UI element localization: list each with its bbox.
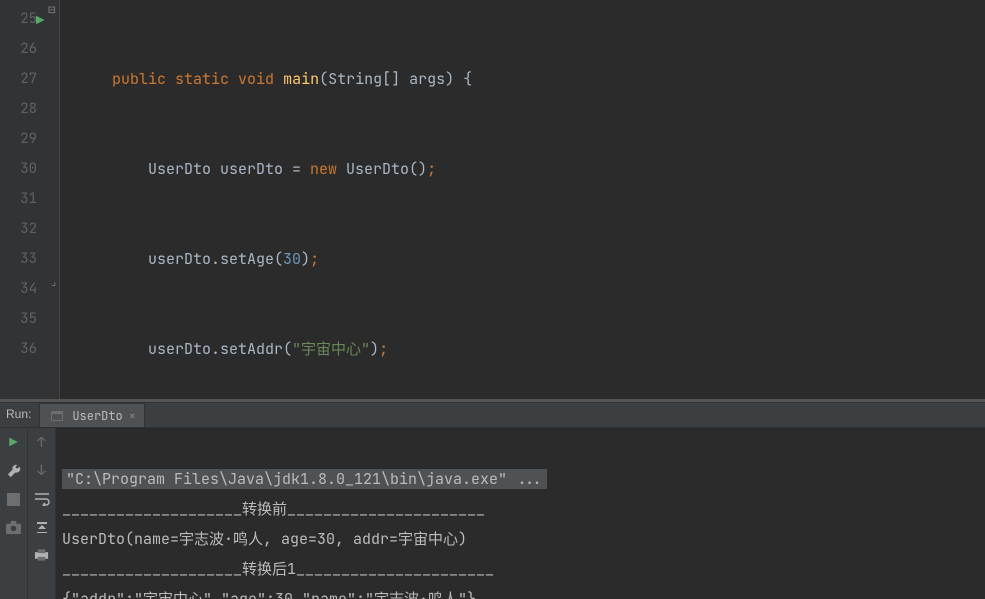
- run-tab[interactable]: UserDto ×: [39, 403, 145, 427]
- stop-icon[interactable]: [5, 490, 23, 508]
- panel-label: Run:: [6, 407, 31, 421]
- editor-area: 25▶ 26 27 28 29 30 31 32 33 34 35 36 ⊟ ⌟…: [0, 0, 985, 399]
- softwrap-icon[interactable]: [33, 490, 51, 508]
- fold-icon[interactable]: ⊟: [48, 3, 56, 16]
- gutter: 25▶ 26 27 28 29 30 31 32 33 34 35 36 ⊟ ⌟: [0, 0, 60, 399]
- panel-header: Run: UserDto ×: [0, 403, 985, 428]
- run-panel: Run: UserDto × ▶ ↑ ↓ "C:\Program Files\J…: [0, 402, 985, 599]
- toolbar-primary: ▶: [0, 428, 28, 599]
- tab-label: UserDto: [72, 408, 122, 424]
- close-icon[interactable]: ×: [129, 408, 136, 424]
- code-editor[interactable]: public static void main(String[] args) {…: [60, 0, 985, 399]
- console-output[interactable]: "C:\Program Files\Java\jdk1.8.0_121\bin\…: [56, 428, 985, 599]
- fold-end-icon[interactable]: ⌟: [51, 275, 56, 288]
- print-icon[interactable]: [33, 546, 51, 564]
- wrench-icon[interactable]: [5, 462, 23, 480]
- toolbar-secondary: ↑ ↓: [28, 428, 56, 599]
- class-icon: [48, 407, 66, 425]
- camera-icon[interactable]: [5, 518, 23, 536]
- console-line: ____________________转换后1________________…: [62, 559, 494, 579]
- run-icon[interactable]: ▶: [5, 434, 23, 452]
- scroll-end-icon[interactable]: [33, 518, 51, 536]
- up-icon[interactable]: ↑: [33, 434, 51, 452]
- down-icon[interactable]: ↓: [33, 462, 51, 480]
- console-line: UserDto(name=宇志波·鸣人, age=30, addr=宇宙中心): [62, 529, 467, 549]
- command-line: "C:\Program Files\Java\jdk1.8.0_121\bin\…: [62, 469, 547, 489]
- console-line: ____________________转换前_________________…: [62, 499, 485, 519]
- console-line: {"addr":"宇宙中心","age":30,"name":"宇志波·鸣人"}: [62, 589, 476, 599]
